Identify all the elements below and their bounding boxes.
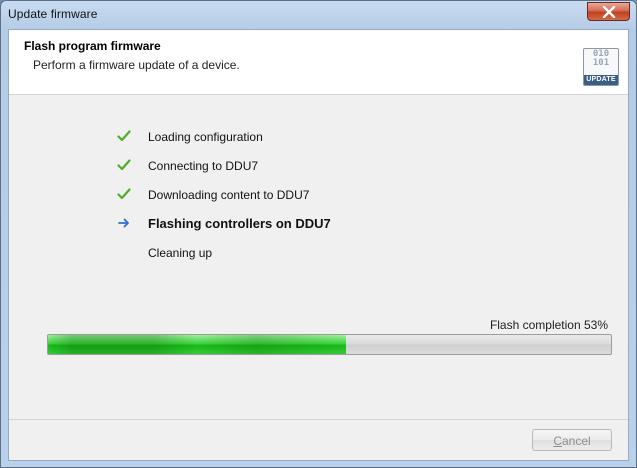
- flash-progress-bar: [47, 334, 612, 355]
- step-label: Flashing controllers on DDU7: [148, 216, 331, 231]
- step-cleaning-up: Cleaning up: [117, 244, 437, 262]
- step-label: Downloading content to DDU7: [148, 188, 310, 202]
- title-bar[interactable]: Update firmware: [1, 1, 636, 29]
- window-title: Update firmware: [8, 7, 98, 21]
- step-label: Connecting to DDU7: [148, 159, 259, 173]
- cancel-button[interactable]: Cancel: [532, 429, 612, 451]
- firmware-update-icon: 010 101 UPDATE: [583, 48, 619, 86]
- header-title: Flash program firmware: [24, 39, 161, 53]
- step-loading-configuration: Loading configuration: [117, 128, 437, 146]
- arrow-right-icon: [118, 218, 129, 228]
- step-label: Cleaning up: [148, 246, 213, 260]
- wizard-header: Flash program firmware Perform a firmwar…: [9, 30, 628, 95]
- checkmark-icon: [117, 130, 131, 142]
- close-icon: [602, 6, 616, 18]
- step-connecting: Connecting to DDU7: [117, 157, 437, 175]
- footer-divider: [9, 419, 628, 420]
- step-downloading-content: Downloading content to DDU7: [117, 186, 437, 204]
- cancel-label: ancel: [561, 434, 591, 448]
- step-label: Loading configuration: [148, 130, 263, 144]
- icon-tag: UPDATE: [584, 75, 618, 85]
- checkmark-icon: [117, 159, 131, 171]
- checkmark-icon: [117, 188, 131, 200]
- step-flashing-controllers: Flashing controllers on DDU7: [117, 215, 437, 233]
- icon-bits: 010 101: [592, 49, 610, 68]
- progress-fill: [48, 335, 347, 354]
- cancel-accelerator: C: [553, 434, 562, 448]
- header-subtitle: Perform a firmware update of a device.: [33, 58, 240, 72]
- dialog-body: Flash program firmware Perform a firmwar…: [8, 29, 629, 461]
- update-firmware-window: Update firmware Flash program firmware P…: [0, 0, 637, 468]
- progress-caption: Flash completion 53%: [489, 318, 608, 332]
- close-button[interactable]: [587, 2, 630, 21]
